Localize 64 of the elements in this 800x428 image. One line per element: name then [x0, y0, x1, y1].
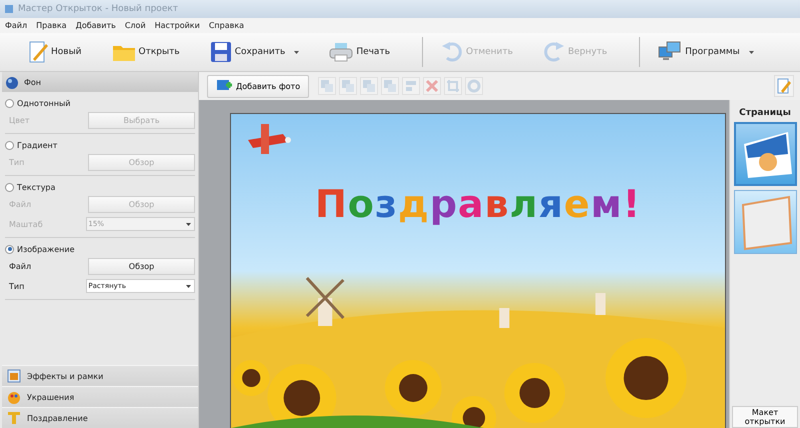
menu-item[interactable]: Справка [208, 21, 244, 30]
delete-icon [425, 79, 440, 93]
menu-item[interactable]: Добавить [76, 21, 116, 30]
menu-item[interactable]: Файл [5, 21, 28, 30]
radio-label[interactable]: Однотонный [17, 98, 70, 108]
menu-item[interactable]: Настройки [154, 21, 200, 30]
panel-title: Страницы [739, 108, 791, 118]
palette-icon [7, 390, 21, 404]
picture-frame-icon [7, 369, 21, 383]
card-layout-button[interactable]: Макет открытки [732, 406, 798, 428]
accordion-label: Поздравление [27, 414, 88, 422]
caret-icon [186, 284, 191, 288]
accordion-item[interactable]: Эффекты и рамки [2, 365, 198, 386]
radio-button[interactable] [5, 244, 14, 254]
layers-icon [341, 79, 356, 93]
menu-item[interactable]: Слой [124, 21, 146, 30]
radio-button[interactable] [5, 98, 14, 108]
computers-icon [658, 41, 682, 63]
radio-button[interactable] [5, 140, 14, 150]
field-label: Файл [8, 200, 32, 208]
radio-label[interactable]: Градиент [17, 140, 58, 150]
settings-icon [467, 79, 482, 93]
browse-button[interactable]: Обзор [88, 258, 195, 274]
crop-icon [446, 79, 460, 93]
field-label: Цвет [8, 116, 31, 124]
panel-header-label: Фон [24, 78, 42, 86]
field-label: Маштаб [8, 220, 44, 228]
accordion-label: Украшения [27, 392, 74, 402]
greeting-text: Поздравляем! [314, 182, 642, 226]
menu-item[interactable]: Правка [36, 21, 67, 30]
caret-icon [186, 222, 191, 226]
radio-label[interactable]: Изображение [17, 244, 75, 254]
photo-plus-icon [216, 79, 232, 93]
layers-icon [320, 79, 334, 93]
add-photo-button[interactable]: Добавить фото [207, 74, 310, 98]
document-pencil-icon [28, 40, 48, 64]
undo-arrow-icon [441, 42, 463, 62]
paint-drop-icon [5, 75, 19, 89]
letter-t-icon [7, 411, 21, 425]
accordion-item[interactable]: Поздравление [2, 407, 198, 428]
radio-button[interactable] [5, 182, 14, 192]
window-title: Мастер Открыток - Новый проект [18, 4, 178, 14]
printer-icon [329, 42, 354, 62]
panel-header[interactable]: Фон [2, 72, 198, 92]
page-thumbnail[interactable] [734, 122, 796, 186]
align-icon [404, 79, 418, 93]
radio-label[interactable]: Текстура [17, 182, 56, 192]
accordion-item[interactable]: Украшения [2, 386, 198, 407]
toolbar-button[interactable]: Программы [652, 39, 760, 65]
field-label: Тип [8, 158, 26, 166]
field-label: Файл [8, 262, 32, 270]
app-icon [4, 4, 14, 14]
layers-icon [362, 79, 376, 93]
accordion-label: Эффекты и рамки [27, 372, 104, 380]
document-pencil-icon [777, 78, 791, 94]
edit-button[interactable] [774, 75, 794, 97]
toolbar-button[interactable]: Сохранить [204, 39, 306, 65]
toolbar-button[interactable]: Печать [323, 40, 396, 64]
redo-arrow-icon [542, 42, 565, 62]
toolbar-button[interactable]: Новый [22, 38, 88, 66]
layers-icon [383, 79, 398, 93]
field-label: Тип [8, 282, 26, 290]
page-thumbnail[interactable] [734, 190, 796, 254]
toolbar-button[interactable]: Открыть [106, 40, 186, 64]
